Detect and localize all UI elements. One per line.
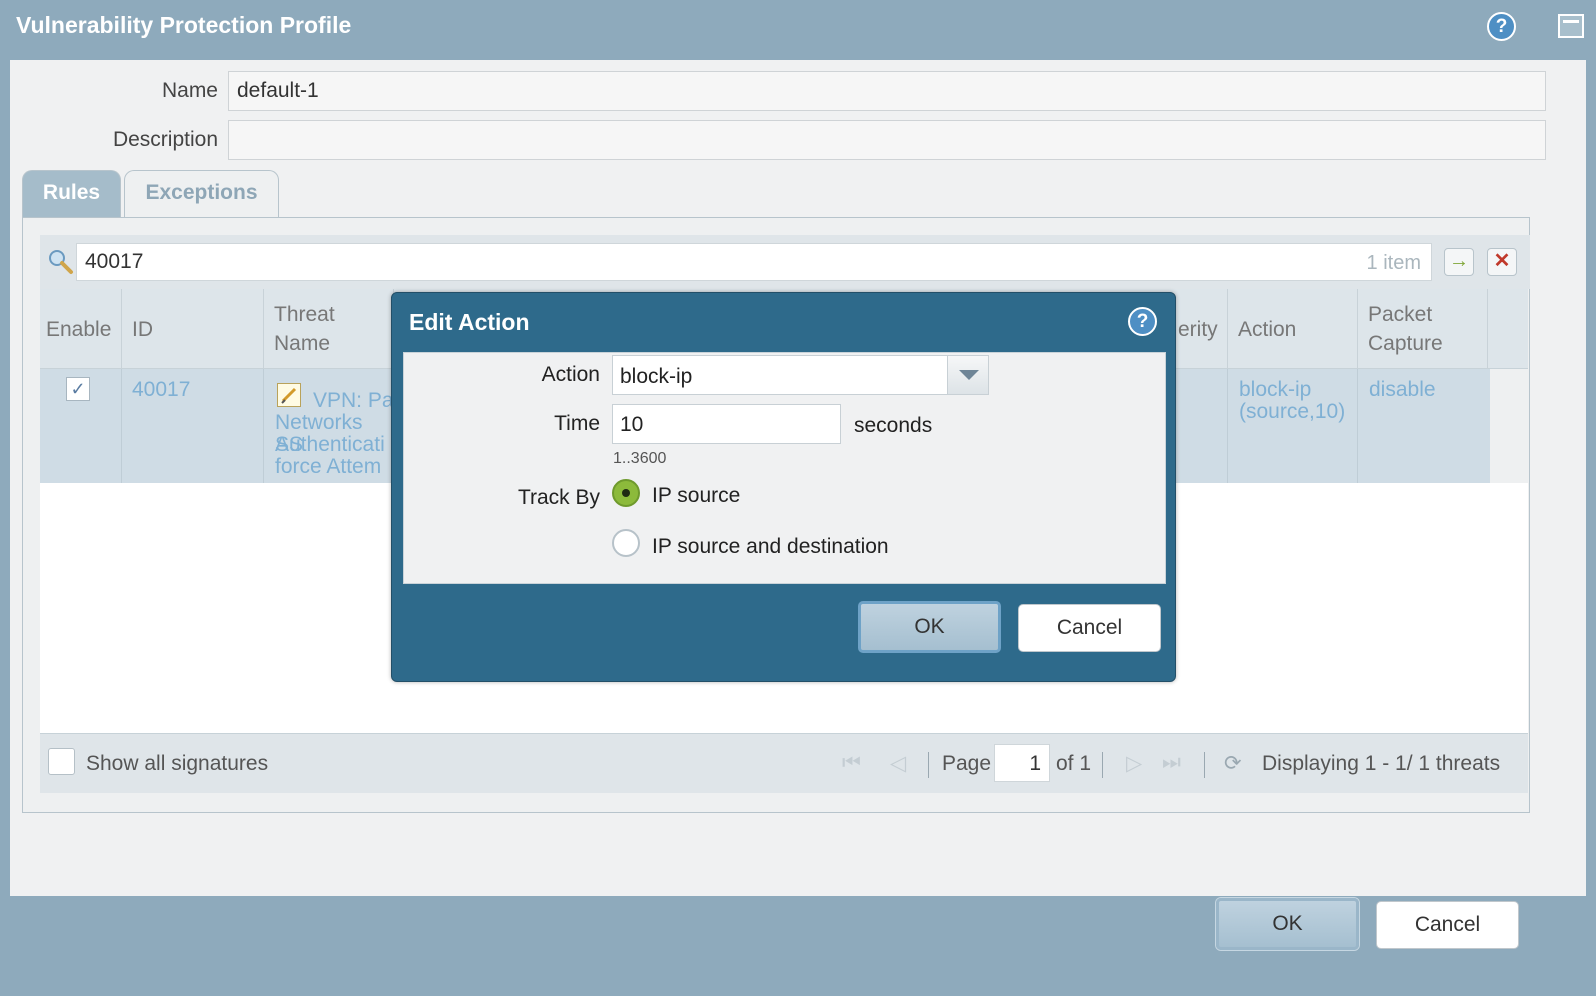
tab-exceptions[interactable]: Exceptions [124,170,279,218]
radio-ip-source-label[interactable]: IP source [652,484,740,508]
action-select[interactable]: block-ip [612,355,989,395]
time-range-hint: 1..3600 [613,450,667,467]
radio-ip-source[interactable] [612,479,640,507]
page-label: Page [942,752,992,775]
description-label: Description [112,128,218,151]
edit-icon[interactable] [277,383,301,407]
threat-name-cell: VPN: Pa Networks SS Authenticati force A… [264,369,394,483]
last-page-icon[interactable]: ⏭ [1162,751,1181,775]
radio-ip-source-destination-label[interactable]: IP source and destination [652,535,889,559]
show-all-label: Show all signatures [86,752,269,775]
ok-button[interactable]: OK [1216,898,1359,950]
action-select-value: block-ip [620,365,693,388]
packet-capture-link[interactable]: disable [1369,379,1436,401]
radio-ip-source-destination[interactable] [612,529,640,557]
track-by-label: Track By [517,486,600,509]
apply-filter-icon[interactable]: → [1444,248,1474,276]
col-packet-capture[interactable]: Packet Capture [1358,289,1488,369]
col-id[interactable]: ID [122,289,264,369]
window-title: Vulnerability Protection Profile [16,12,352,38]
id-cell: 40017 [122,369,264,483]
page-of-label: of 1 [1056,752,1092,775]
name-field[interactable]: default-1 [228,71,1546,111]
threat-name-line-1[interactable]: VPN: Pa [313,390,394,412]
chevron-down-icon[interactable] [947,356,988,394]
threat-name-line-3[interactable]: Authenticati [275,434,385,456]
severity-cell [1178,369,1228,483]
packet-capture-cell: disable [1358,369,1490,483]
window-titlebar: Vulnerability Protection Profile ? [0,0,1596,58]
edit-action-dialog: Edit Action ? Action block-ip Time 10 se… [391,292,1176,682]
col-packet-capture-line2: Capture [1368,332,1443,355]
col-enable[interactable]: Enable [40,289,122,369]
threat-id-link[interactable]: 40017 [132,379,190,401]
edit-action-title: Edit Action [409,309,530,335]
col-packet-capture-line1: Packet [1368,303,1433,326]
refresh-icon[interactable]: ⟳ [1224,751,1242,776]
separator [1102,752,1103,778]
search-value: 40017 [85,250,144,273]
first-page-icon[interactable]: ⏮ [842,751,861,775]
description-field[interactable] [228,120,1546,160]
separator [1204,752,1205,778]
next-page-icon[interactable]: ▷ [1126,751,1142,776]
action-link-line-2[interactable]: (source,10) [1239,401,1345,423]
edit-action-form: Action block-ip Time 10 seconds 1..3600 … [403,352,1166,584]
modal-help-icon[interactable]: ? [1128,307,1157,336]
clear-filter-icon[interactable]: ✕ [1487,248,1517,276]
enable-cell: ✓ [40,369,122,483]
displaying-count: Displaying 1 - 1/ 1 threats [1262,752,1501,775]
action-cell: block-ip (source,10) [1228,369,1358,483]
time-label: Time [554,412,600,435]
table-footer: Show all signatures ⏮ ◁ Page of 1 ▷ ⏭ ⟳ … [40,733,1528,793]
modal-cancel-button[interactable]: Cancel [1018,604,1161,652]
time-input[interactable]: 10 [612,404,841,444]
modal-ok-button[interactable]: OK [858,601,1001,653]
search-input[interactable]: 40017 1 item [76,243,1432,281]
show-all-checkbox[interactable] [48,748,75,775]
help-icon[interactable]: ? [1487,12,1516,41]
prev-page-icon[interactable]: ◁ [890,751,906,776]
search-icon [47,248,73,274]
action-link-line-1[interactable]: block-ip [1239,379,1311,401]
separator [928,752,929,778]
name-label: Name [161,79,218,102]
time-unit-label: seconds [854,414,933,437]
tab-rules[interactable]: Rules [22,170,121,218]
page-number-input[interactable]: 1 [994,744,1050,782]
action-label: Action [541,363,600,386]
maximize-icon[interactable] [1558,14,1584,38]
col-severity[interactable]: erity [1178,289,1228,369]
cancel-button[interactable]: Cancel [1376,901,1519,949]
enable-checkbox[interactable]: ✓ [66,377,90,401]
col-threat-name[interactable]: Threat Name [264,289,394,369]
threat-name-line-4[interactable]: force Attem [275,456,381,478]
col-action[interactable]: Action [1228,289,1358,369]
search-count: 1 item [1366,252,1421,274]
